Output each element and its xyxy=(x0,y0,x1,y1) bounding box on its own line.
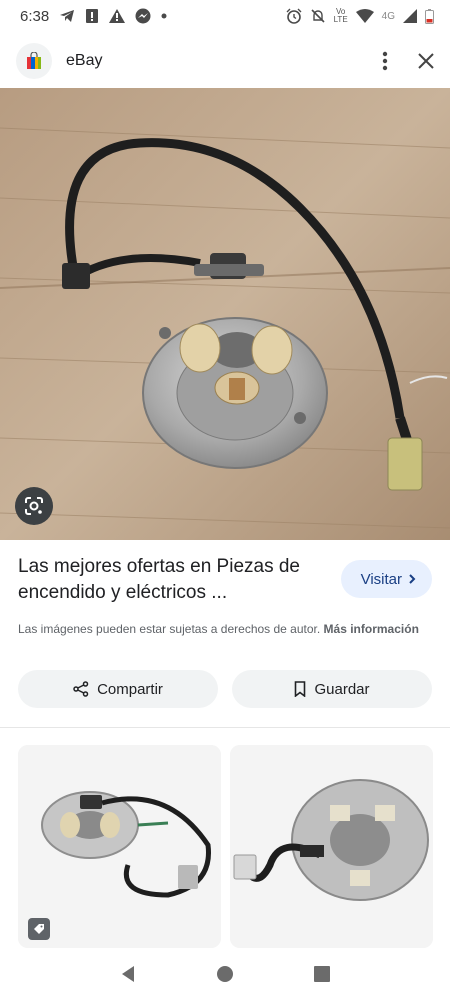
copyright-text: Las imágenes pueden estar sujetas a dere… xyxy=(18,622,321,636)
status-bar: 6:38 Vo LTE 4G xyxy=(0,0,450,32)
copyright-notice: Las imágenes pueden estar sujetas a dere… xyxy=(18,620,432,638)
system-nav-bar xyxy=(0,948,450,1000)
shopping-bag-icon xyxy=(27,52,41,69)
divider xyxy=(0,727,450,728)
back-icon[interactable] xyxy=(120,965,136,983)
battery-icon xyxy=(425,8,434,24)
share-label: Compartir xyxy=(97,680,163,698)
signal-icon xyxy=(403,9,417,23)
messenger-icon xyxy=(135,8,151,24)
status-time: 6:38 xyxy=(20,7,50,25)
action-row: Compartir Guardar xyxy=(18,670,432,708)
related-image-1[interactable] xyxy=(18,745,221,948)
home-icon[interactable] xyxy=(216,965,234,983)
telegram-icon xyxy=(60,10,75,22)
google-lens-button[interactable] xyxy=(15,487,53,525)
tag-icon-badge xyxy=(28,918,50,940)
bookmark-icon xyxy=(295,681,306,697)
alarm-icon xyxy=(286,8,302,24)
dot-icon xyxy=(161,13,167,19)
network-type: 4G xyxy=(381,10,395,22)
save-label: Guardar xyxy=(314,680,370,698)
share-button[interactable]: Compartir xyxy=(18,670,218,708)
lens-icon xyxy=(25,497,43,515)
wifi-icon xyxy=(355,9,374,23)
more-options-icon[interactable] xyxy=(382,51,388,71)
app-title: eBay xyxy=(66,52,103,69)
product-image[interactable] xyxy=(0,88,450,540)
recents-icon[interactable] xyxy=(314,966,330,982)
more-info-link[interactable]: Más información xyxy=(324,622,419,636)
share-icon xyxy=(73,681,89,697)
result-title[interactable]: Las mejores ofertas en Piezas de encendi… xyxy=(18,554,318,606)
warning-icon xyxy=(109,9,126,23)
alert-box-icon xyxy=(86,9,99,23)
related-image-2[interactable] xyxy=(230,745,433,948)
volte-indicator: Vo LTE xyxy=(333,7,348,24)
chevron-right-icon xyxy=(409,574,416,584)
result-info: Las mejores ofertas en Piezas de encendi… xyxy=(18,554,432,638)
app-bar: eBay xyxy=(0,36,450,86)
ebay-logo xyxy=(16,43,52,79)
visit-button[interactable]: Visitar xyxy=(340,560,432,598)
tag-icon xyxy=(34,924,44,934)
mute-icon xyxy=(311,9,325,23)
visit-label: Visitar xyxy=(360,570,402,588)
save-button[interactable]: Guardar xyxy=(232,670,432,708)
close-icon[interactable] xyxy=(418,53,434,69)
